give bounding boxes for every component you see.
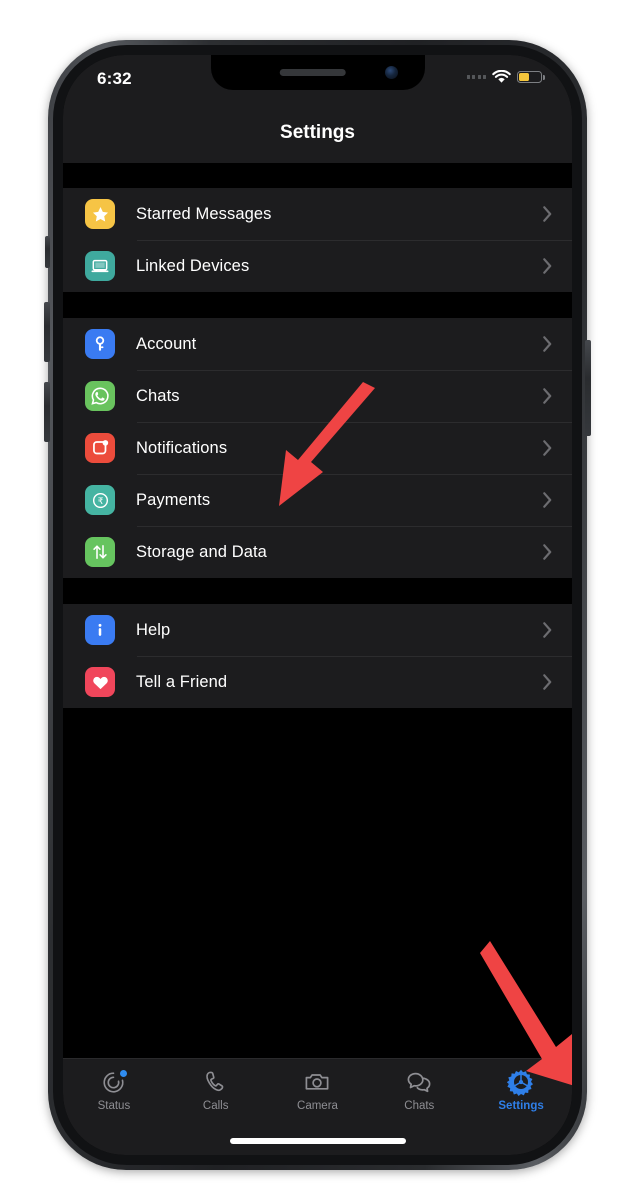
settings-row-label: Linked Devices: [136, 256, 250, 275]
heart-icon: [85, 667, 115, 697]
tab-chats[interactable]: Chats: [368, 1067, 470, 1112]
key-icon: [85, 329, 115, 359]
transfer-icon: [85, 537, 115, 567]
tab-status[interactable]: Status: [63, 1067, 165, 1112]
tab-label: Status: [97, 1100, 131, 1112]
settings-row-payments[interactable]: ₹ Payments: [63, 474, 572, 526]
volume-down-button[interactable]: [44, 382, 50, 442]
group-messages: Starred Messages Linked Devices: [63, 188, 572, 292]
chevron-right-icon: [543, 622, 552, 638]
power-button[interactable]: [585, 340, 591, 436]
phone-icon: [202, 1067, 229, 1097]
camera-icon: [303, 1067, 331, 1097]
front-camera-icon: [384, 66, 398, 79]
status-bar-indicators: [466, 70, 545, 84]
gear-icon: [507, 1067, 535, 1097]
chevron-right-icon: [543, 258, 552, 274]
settings-row-starred-messages[interactable]: Starred Messages: [63, 188, 572, 240]
chevron-right-icon: [543, 336, 552, 352]
chevron-right-icon: [543, 544, 552, 560]
tab-camera[interactable]: Camera: [267, 1067, 369, 1112]
tab-label: Settings: [498, 1100, 544, 1112]
volume-up-button[interactable]: [44, 302, 50, 362]
settings-row-help[interactable]: Help: [63, 604, 572, 656]
info-icon: [85, 615, 115, 645]
home-indicator[interactable]: [229, 1138, 406, 1144]
settings-row-label: Notifications: [136, 438, 228, 457]
settings-row-storage-and-data[interactable]: Storage and Data: [63, 526, 572, 578]
page-title: Settings: [280, 122, 355, 143]
settings-row-label: Tell a Friend: [136, 672, 228, 691]
status-bar-clock: 6:32: [97, 69, 132, 88]
chevron-right-icon: [543, 492, 552, 508]
notification-icon: [85, 433, 115, 463]
nav-bar: Settings: [63, 103, 572, 163]
settings-row-linked-devices[interactable]: Linked Devices: [63, 240, 572, 292]
rupee-icon: ₹: [85, 485, 115, 515]
settings-row-label: Chats: [136, 386, 180, 405]
star-icon: [85, 199, 115, 229]
phone-screen: 6:32 Settings Starred Messages Linked De…: [63, 55, 572, 1155]
phone-frame: 6:32 Settings Starred Messages Linked De…: [44, 40, 591, 1170]
signal-dots-icon: [466, 75, 486, 79]
notch: [210, 55, 425, 90]
tab-label: Chats: [404, 1100, 435, 1112]
chevron-right-icon: [543, 440, 552, 456]
tab-calls[interactable]: Calls: [165, 1067, 267, 1112]
settings-row-label: Payments: [136, 490, 211, 509]
chevron-right-icon: [543, 388, 552, 404]
laptop-icon: [85, 251, 115, 281]
group-support: Help Tell a Friend: [63, 604, 572, 708]
chevron-right-icon: [543, 206, 552, 222]
tab-label: Calls: [202, 1100, 229, 1112]
mute-switch-button[interactable]: [45, 236, 50, 268]
earpiece-speaker-icon: [279, 69, 346, 76]
settings-row-label: Help: [136, 620, 171, 639]
settings-list: Starred Messages Linked Devices Account …: [63, 163, 572, 1058]
settings-row-label: Starred Messages: [136, 204, 272, 223]
tab-label: Camera: [297, 1100, 338, 1112]
settings-row-label: Account: [136, 334, 197, 353]
whatsapp-icon: [85, 381, 115, 411]
settings-row-account[interactable]: Account: [63, 318, 572, 370]
settings-row-tell-a-friend[interactable]: Tell a Friend: [63, 656, 572, 708]
group-account: Account Chats Notifications ₹ Payments S…: [63, 318, 572, 578]
status-ring-icon: [100, 1067, 129, 1097]
settings-row-notifications[interactable]: Notifications: [63, 422, 572, 474]
settings-row-chats[interactable]: Chats: [63, 370, 572, 422]
chevron-right-icon: [543, 674, 552, 690]
settings-row-label: Storage and Data: [136, 542, 267, 561]
tab-settings[interactable]: Settings: [470, 1067, 572, 1112]
chat-bubbles-icon: [405, 1067, 433, 1097]
wifi-icon: [492, 70, 511, 83]
svg-text:₹: ₹: [97, 496, 103, 506]
battery-low-power-icon: [517, 71, 545, 83]
